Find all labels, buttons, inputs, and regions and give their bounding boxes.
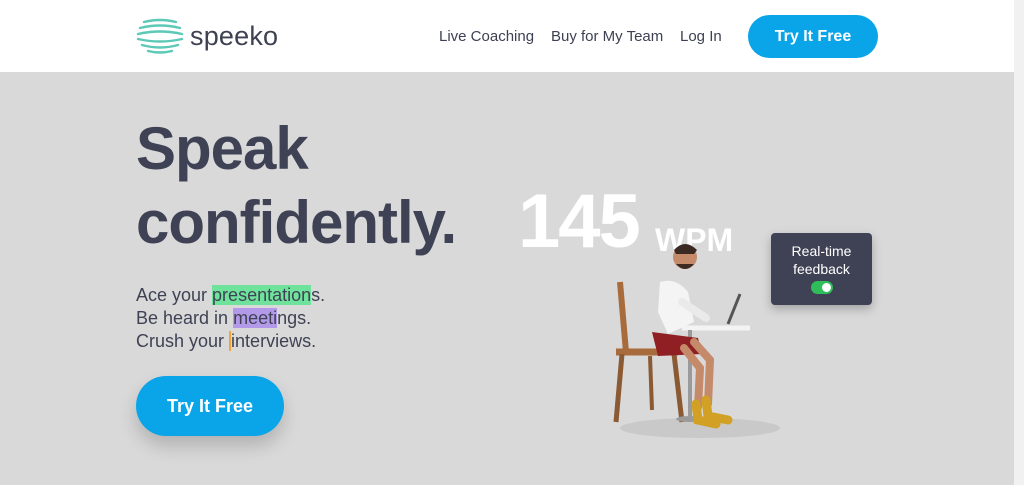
nav-buy-for-team[interactable]: Buy for My Team xyxy=(551,28,663,45)
scrollbar[interactable] xyxy=(1014,0,1024,485)
tagline-text: s. xyxy=(311,285,326,305)
logo[interactable]: speeko xyxy=(136,17,278,55)
toggle-knob xyxy=(822,283,831,292)
logo-text: speeko xyxy=(190,20,279,51)
hero-title-line-2: confidently. xyxy=(136,189,457,256)
realtime-feedback-card: Real-time feedback xyxy=(771,233,872,305)
site-header: speeko Live Coaching Buy for My Team Log… xyxy=(0,0,1014,72)
nav-log-in[interactable]: Log In xyxy=(680,28,722,45)
tagline-text: Ace your xyxy=(136,285,213,305)
hero-title: Speak confidently. xyxy=(136,112,496,260)
feedback-toggle[interactable] xyxy=(811,281,833,294)
header-try-free-button[interactable]: Try It Free xyxy=(748,15,878,58)
feedback-label: Real-time feedback xyxy=(771,242,872,278)
tagline-presentations: Ace your presentations. xyxy=(136,284,325,307)
tagline-text: ngs. xyxy=(277,308,312,328)
speeko-logo-icon xyxy=(136,18,184,54)
tagline-text: Crush your xyxy=(136,331,230,351)
tagline-text: nterviews. xyxy=(235,331,317,351)
nav-live-coaching[interactable]: Live Coaching xyxy=(439,28,534,45)
hero-taglines: Ace your presentations. Be heard in meet… xyxy=(136,284,325,353)
highlight-purple: meeti xyxy=(233,308,278,328)
tagline-interviews: Crush your interviews. xyxy=(136,330,325,353)
hero-title-line-1: Speak xyxy=(136,115,309,182)
tagline-meetings: Be heard in meetings. xyxy=(136,307,325,330)
feedback-label-line-2: feedback xyxy=(793,261,850,277)
hero-try-free-button[interactable]: Try It Free xyxy=(136,376,284,436)
tagline-text: Be heard in xyxy=(136,308,234,328)
feedback-label-line-1: Real-time xyxy=(791,243,852,259)
highlight-green: presentation xyxy=(212,285,312,305)
person-at-desk-illustration xyxy=(613,244,780,438)
